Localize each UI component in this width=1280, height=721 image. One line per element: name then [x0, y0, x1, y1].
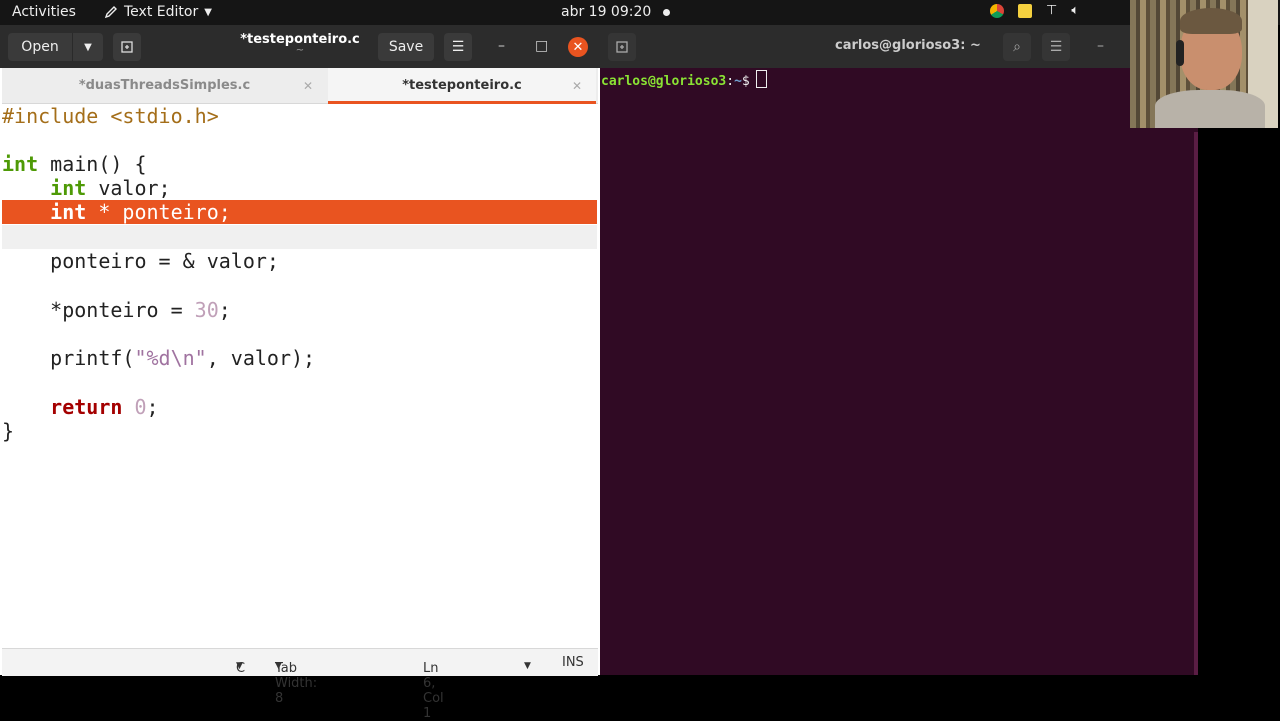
code-token: 0 — [134, 395, 147, 419]
system-tray[interactable]: ⊤ 🔈︎ — [990, 3, 1079, 18]
terminal-menu-button[interactable]: ☰ — [1042, 33, 1070, 61]
new-tab-icon — [616, 41, 628, 53]
status-bar: C ▼ Tab Width: 8 ▼ Ln 6, Col 1 ▼ INS — [2, 648, 598, 721]
new-terminal-tab-button[interactable] — [608, 33, 636, 61]
chevron-down-icon: ▼ — [275, 661, 282, 671]
code-token: return — [50, 395, 123, 419]
terminal-header-bar: carlos@glorioso3: ~ ⌕ ☰ – — [600, 25, 1198, 68]
code-token: #include <stdio.h> — [2, 104, 219, 128]
code-line[interactable]: printf("%d\n", valor); — [2, 346, 597, 370]
code-line[interactable] — [2, 273, 597, 297]
clock[interactable]: abr 19 09:20 — [561, 4, 671, 20]
code-token: "%d\n" — [134, 346, 207, 370]
code-line[interactable] — [2, 322, 597, 346]
code-line-current[interactable] — [2, 225, 597, 249]
document-path: ~ — [295, 45, 305, 56]
text-editor-icon — [104, 6, 117, 19]
top-bar: Activities Text Editor ▼ abr 19 09:20 ⊤ … — [0, 0, 1280, 25]
search-icon: ⌕ — [1013, 39, 1021, 55]
cursor-position-label: Ln 6, Col 1 — [423, 661, 444, 721]
presenter-shirt — [1155, 90, 1265, 128]
new-tab-button[interactable] — [113, 33, 141, 61]
document-tabs: *duasThreadsSimples.c ✕ *testeponteiro.c… — [2, 68, 598, 104]
prompt-separator: : — [726, 74, 735, 89]
code-line[interactable]: *ponteiro = 30; — [2, 298, 597, 322]
editor-header-bar: Open ▼ *testeponteiro.c ~ Save ☰ – □ ✕ — [0, 25, 600, 68]
text-editor-window: Open ▼ *testeponteiro.c ~ Save ☰ – □ ✕ *… — [0, 25, 600, 721]
code-token: 30 — [194, 298, 219, 322]
chevron-down-icon: ▼ — [204, 6, 212, 18]
prompt-user: carlos@glorioso3 — [601, 74, 727, 89]
notes-icon[interactable] — [1018, 3, 1032, 18]
code-token: int — [2, 152, 39, 176]
code-line[interactable] — [2, 370, 597, 394]
shell-prompt[interactable]: carlos@glorioso3:~$ — [601, 70, 767, 89]
menu-icon: ☰ — [1049, 39, 1063, 55]
text-cursor — [755, 70, 767, 88]
code-token: int — [50, 176, 87, 200]
code-token: int — [50, 200, 87, 224]
activities-button[interactable]: Activities — [12, 4, 76, 20]
prompt-path: ~ — [734, 74, 742, 89]
prompt-symbol: $ — [741, 74, 750, 89]
tab-duasthreadssimples[interactable]: *duasThreadsSimples.c ✕ — [2, 68, 327, 103]
new-document-icon — [121, 41, 133, 53]
code-line[interactable]: int valor; — [2, 176, 597, 200]
code-line[interactable]: ponteiro = & valor; — [2, 249, 597, 273]
app-menu[interactable]: Text Editor ▼ — [104, 4, 212, 20]
menu-icon: ☰ — [451, 39, 465, 55]
tab-label: *duasThreadsSimples.c — [78, 78, 251, 93]
chrome-icon[interactable] — [990, 3, 1004, 18]
tab-label: *testeponteiro.c — [402, 78, 522, 93]
window-title: *testeponteiro.c ~ — [220, 32, 380, 56]
clock-label: abr 19 09:20 — [561, 4, 652, 20]
minimize-icon[interactable]: – — [1097, 38, 1104, 54]
webcam-overlay — [1130, 0, 1278, 128]
code-line[interactable]: int main() { — [2, 152, 597, 176]
code-editor[interactable]: #include <stdio.h> int main() { int valo… — [2, 104, 598, 648]
notification-dot-icon — [663, 8, 671, 16]
maximize-icon[interactable]: □ — [535, 38, 548, 54]
code-line[interactable]: #include <stdio.h> — [2, 104, 597, 128]
close-icon[interactable]: ✕ — [568, 37, 588, 57]
headphones-icon — [1176, 40, 1184, 66]
app-menu-label: Text Editor — [124, 4, 199, 20]
tab-close-icon[interactable]: ✕ — [303, 79, 313, 93]
network-icon[interactable]: ⊤ — [1046, 3, 1057, 18]
hamburger-menu-button[interactable]: ☰ — [444, 33, 472, 61]
save-button[interactable]: Save — [378, 33, 434, 61]
terminal-scrollbar[interactable] — [1194, 132, 1198, 675]
open-dropdown-button[interactable]: ▼ — [72, 33, 103, 61]
code-line[interactable]: return 0; — [2, 395, 597, 419]
chevron-down-icon: ▼ — [84, 41, 92, 53]
code-line[interactable]: } — [2, 419, 597, 443]
open-button[interactable]: Open — [8, 33, 72, 61]
search-button[interactable]: ⌕ — [1003, 33, 1031, 61]
tab-testeponteiro[interactable]: *testeponteiro.c ✕ — [328, 68, 596, 104]
chevron-down-icon: ▼ — [236, 661, 243, 671]
code-line-selected[interactable]: int * ponteiro; — [2, 200, 597, 224]
minimize-icon[interactable]: – — [498, 38, 505, 54]
presenter-hair — [1180, 8, 1242, 34]
insert-mode[interactable]: INS — [562, 655, 584, 670]
terminal-window[interactable]: carlos@glorioso3: ~ ⌕ ☰ – carlos@glorios… — [600, 25, 1198, 675]
tab-close-icon[interactable]: ✕ — [572, 79, 582, 93]
volume-icon[interactable]: 🔈︎ — [1071, 3, 1079, 18]
terminal-title: carlos@glorioso3: ~ — [835, 38, 981, 53]
code-line[interactable] — [2, 128, 597, 152]
